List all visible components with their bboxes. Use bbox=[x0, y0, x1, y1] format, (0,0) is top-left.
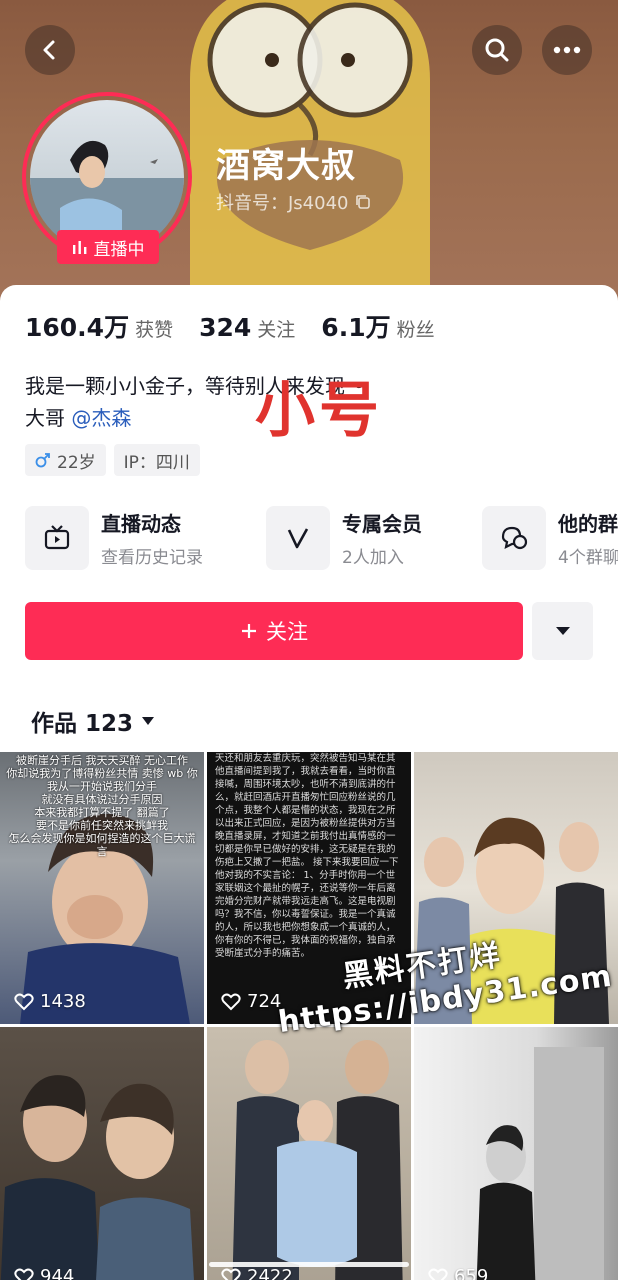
search-icon bbox=[485, 38, 509, 62]
plus-icon bbox=[242, 624, 256, 638]
post-caption: 被断崖分手后 我天天买醉 无心工作 你却说我为了博得粉丝共情 卖惨 wb 你 我… bbox=[6, 754, 198, 858]
like-count-text: 2422 bbox=[247, 1266, 293, 1280]
feature-group-title: 他的群 bbox=[558, 512, 618, 536]
stats-row: 160.4万 获赞 324 关注 6.1万 粉丝 bbox=[25, 308, 435, 344]
live-bars-icon bbox=[72, 241, 86, 254]
feature-row: 直播动态 查看历史记录 专属会员 2人加入 他的群 4个群聊 bbox=[25, 506, 618, 572]
feature-group-sub: 4个群聊 bbox=[558, 548, 618, 568]
stat-following[interactable]: 324 关注 bbox=[199, 313, 295, 342]
stat-following-label: 关注 bbox=[257, 319, 296, 341]
feature-group[interactable]: 他的群 4个群聊 bbox=[482, 506, 618, 570]
profile-name: 酒窝大叔 bbox=[216, 146, 356, 186]
caret-down-icon bbox=[142, 717, 155, 725]
post-thumbnail[interactable]: 944 bbox=[0, 1027, 204, 1280]
stat-likes[interactable]: 160.4万 获赞 bbox=[25, 308, 173, 344]
post-thumbnail[interactable]: 659 bbox=[414, 1027, 618, 1280]
feature-live-history[interactable]: 直播动态 查看历史记录 bbox=[25, 506, 203, 570]
like-count: 1438 bbox=[14, 991, 86, 1012]
stat-followers-label: 粉丝 bbox=[396, 319, 435, 341]
heart-icon bbox=[221, 993, 241, 1010]
like-count-text: 659 bbox=[454, 1266, 489, 1280]
works-tab[interactable]: 作品 123 bbox=[31, 704, 155, 738]
heart-icon bbox=[14, 1268, 34, 1280]
post-image bbox=[232, 1040, 403, 1280]
post-caption: 天还和朋友去重庆玩，突然被告知马某在其他直播间提到我了，我就去看看，当时你直接喊… bbox=[215, 753, 399, 959]
stat-likes-num: 160.4万 bbox=[25, 313, 130, 342]
stat-following-num: 324 bbox=[199, 313, 252, 342]
age-tag: 22岁 bbox=[25, 444, 106, 476]
mention-link[interactable]: @杰森 bbox=[71, 406, 131, 430]
search-button[interactable] bbox=[472, 25, 522, 75]
like-count-text: 944 bbox=[40, 1266, 75, 1280]
post-thumbnail[interactable]: 2422 bbox=[207, 1027, 411, 1280]
like-count: 724 bbox=[221, 991, 281, 1012]
heart-icon bbox=[14, 993, 34, 1010]
more-dots-icon bbox=[553, 46, 581, 54]
heart-icon bbox=[221, 1268, 241, 1280]
recommend-dropdown-button[interactable] bbox=[532, 602, 593, 660]
live-badge[interactable]: 直播中 bbox=[57, 230, 159, 264]
feature-live-title: 直播动态 bbox=[101, 512, 181, 536]
feature-live-sub: 查看历史记录 bbox=[101, 548, 203, 568]
follow-label: 关注 bbox=[266, 620, 308, 644]
like-count: 659 bbox=[428, 1266, 488, 1280]
chat-icon bbox=[501, 526, 528, 550]
feature-membership[interactable]: 专属会员 2人加入 bbox=[266, 506, 422, 570]
feature-member-sub: 2人加入 bbox=[342, 548, 404, 568]
stat-followers-num: 6.1万 bbox=[321, 313, 391, 342]
tv-icon bbox=[44, 525, 70, 550]
feature-member-title: 专属会员 bbox=[342, 512, 422, 536]
male-icon bbox=[35, 453, 50, 468]
chevron-left-icon bbox=[43, 40, 55, 60]
age-tag-text: 22岁 bbox=[57, 452, 96, 473]
caret-down-icon bbox=[555, 627, 570, 635]
copy-icon[interactable] bbox=[355, 194, 371, 210]
v-icon bbox=[287, 528, 309, 549]
live-badge-label: 直播中 bbox=[93, 239, 145, 260]
bio-line-2-prefix: 大哥 bbox=[25, 406, 65, 430]
follow-button[interactable]: 关注 bbox=[25, 602, 523, 660]
more-button[interactable] bbox=[542, 25, 592, 75]
douyin-id-text: 抖音号：Js4040 bbox=[216, 193, 349, 214]
post-image bbox=[0, 1075, 194, 1280]
home-indicator[interactable] bbox=[209, 1262, 409, 1267]
post-thumbnail[interactable]: 被断崖分手后 我天天买醉 无心工作 你却说我为了博得粉丝共情 卖惨 wb 你 我… bbox=[0, 752, 204, 1024]
heart-icon bbox=[428, 1268, 448, 1280]
overlay-annotation: 小号 bbox=[255, 376, 383, 446]
like-count-text: 1438 bbox=[40, 991, 86, 1012]
ip-tag: IP：四川 bbox=[113, 444, 200, 476]
works-label: 作品 123 bbox=[31, 711, 134, 737]
douyin-id[interactable]: 抖音号：Js4040 bbox=[216, 189, 371, 215]
stat-followers[interactable]: 6.1万 粉丝 bbox=[321, 308, 434, 344]
post-image bbox=[476, 1047, 604, 1280]
like-count: 2422 bbox=[221, 1266, 293, 1280]
like-count: 944 bbox=[14, 1266, 74, 1280]
back-button[interactable] bbox=[25, 25, 75, 75]
profile-tags: 22岁 IP：四川 bbox=[25, 444, 200, 476]
stat-likes-label: 获赞 bbox=[135, 319, 174, 341]
